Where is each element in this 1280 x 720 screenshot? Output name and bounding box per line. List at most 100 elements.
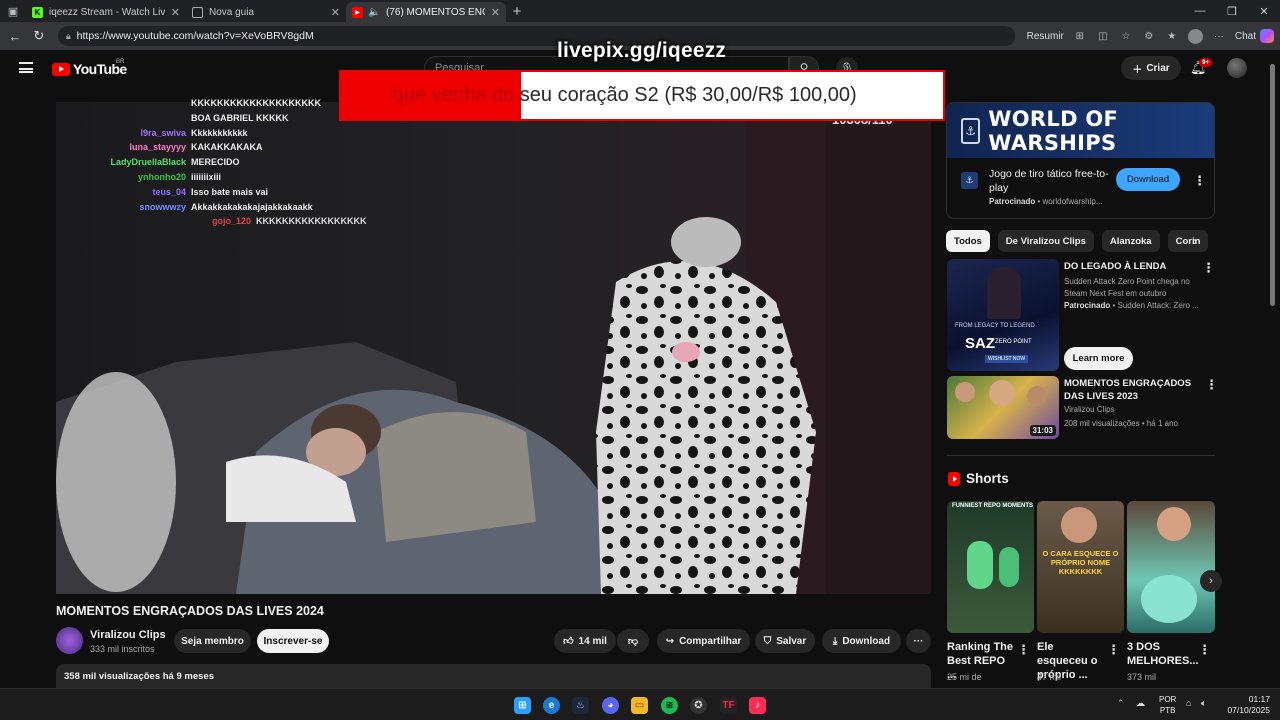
chip-all[interactable]: Todos [946, 230, 990, 252]
filter-chips: Todos De Viralizou Clips Alanzoka Corin [946, 230, 1215, 252]
volume-icon[interactable]: 🔈︎ [1201, 698, 1206, 709]
thumb-face [989, 380, 1015, 406]
short-more-icon[interactable]: ⋮ [1107, 642, 1120, 658]
divider [947, 455, 1215, 456]
save-button[interactable]: ⛉ Salvar [755, 629, 815, 653]
donation-alert-banner: que venha do seu coração S2 (R$ 30,00/R$… [339, 70, 945, 121]
channel-avatar[interactable] [56, 627, 83, 654]
network-icon[interactable]: ⌂ [1186, 698, 1191, 708]
chat-line: snowwwzy Akkakkakakakajajakkakaakk [80, 200, 367, 215]
tf-app-icon[interactable]: TF [720, 697, 737, 714]
tab-new[interactable]: Nova guia ✕ [186, 2, 346, 22]
create-button[interactable]: ＋ Criar [1121, 56, 1181, 80]
resume-button[interactable]: Resumir [1027, 31, 1064, 42]
ad-more-icon[interactable]: ⋮ [1193, 173, 1206, 189]
start-windows-icon[interactable]: ⊞ [514, 697, 531, 714]
ad-download-button[interactable]: Download [1116, 168, 1180, 191]
stream-chat-overlay: KKKKKKKKKKKKKKKKKKKK BOA GABRIEL KKKKK l9r… [80, 96, 367, 229]
short-more-icon[interactable]: ⋮ [1198, 642, 1211, 658]
chip-alanzoka[interactable]: Alanzoka [1101, 230, 1160, 252]
audio-playing-icon[interactable]: 🔈 [368, 7, 380, 18]
chevron-right-icon: › [1209, 575, 1213, 587]
rec-title[interactable]: MOMENTOS ENGRAÇADOS DAS LIVES 2023 [1064, 377, 1194, 403]
warships-emblem-icon: ⚓ [961, 117, 981, 144]
more-actions-button[interactable]: ··· [906, 629, 931, 653]
more-horizontal-icon: ··· [913, 635, 924, 647]
hamburger-menu-icon[interactable] [19, 62, 33, 73]
share-label: Compartilhar [679, 635, 742, 647]
short-thumbnail[interactable] [1127, 501, 1215, 633]
minimize-icon[interactable]: — [1184, 5, 1216, 18]
profile-avatar[interactable] [1187, 28, 1203, 44]
close-tab-icon[interactable]: ✕ [491, 6, 500, 19]
tiktok-icon[interactable]: ♪ [749, 697, 766, 714]
apps-icon[interactable]: ⊞ [1073, 31, 1087, 42]
edge-browser-icon[interactable]: e [543, 697, 560, 714]
close-window-icon[interactable]: ✕ [1248, 5, 1280, 18]
copilot-chat-button[interactable]: Chat [1235, 29, 1274, 43]
rec-more-icon[interactable]: ⋮ [1205, 377, 1218, 393]
url-field[interactable]: 🔒︎ https://www.youtube.com/watch?v=XeVoB… [57, 26, 1015, 46]
browser-tab-strip: ▣ K iqeezz Stream - Watch Live on Kick ✕… [0, 0, 1280, 22]
short-title[interactable]: 3 DOS MELHORES... [1127, 640, 1199, 668]
download-icon: ⤓ [832, 635, 838, 647]
rec-thumbnail[interactable]: 31:03 [947, 376, 1059, 439]
more-menu-icon[interactable]: ··· [1212, 31, 1226, 42]
clock-date: 07/10/2025 [1227, 705, 1270, 715]
share-button[interactable]: ↪ Compartilhar [657, 629, 750, 653]
tab-actions-icon[interactable]: ▣ [0, 0, 26, 22]
restore-icon[interactable]: ❐ [1216, 5, 1248, 18]
short-thumb-text: O CARA ESQUECE O PRÓPRIO NOME KKKKKKKK [1042, 549, 1119, 576]
rec-title[interactable]: DO LEGADO À LENDA [1064, 260, 1194, 273]
page-scrollbar[interactable] [1268, 52, 1277, 684]
split-screen-icon[interactable]: ◫ [1096, 31, 1110, 42]
bookmark-icon: ⛉ [763, 635, 772, 647]
like-button[interactable]: 👍︎ 14 mil [554, 629, 616, 653]
discord-icon[interactable]: ◕ [602, 697, 619, 714]
tray-overflow-icon[interactable]: ⌃ [1117, 698, 1125, 709]
download-button[interactable]: ⤓ Download [822, 629, 901, 653]
learn-more-button[interactable]: Learn more [1064, 347, 1133, 370]
close-tab-icon[interactable]: ✕ [171, 6, 180, 19]
lock-icon[interactable]: 🔒︎ [66, 31, 71, 42]
dislike-button[interactable]: 👎︎ [617, 629, 649, 653]
system-clock[interactable]: 01:17 07/10/2025 [1224, 694, 1270, 716]
rec-channel[interactable]: Viralizou Clips [1064, 404, 1115, 416]
chip-corin[interactable]: Corin [1167, 230, 1209, 252]
new-tab-button[interactable]: + [506, 3, 528, 20]
close-tab-icon[interactable]: ✕ [331, 6, 340, 19]
ad-banner[interactable]: ⚓ WORLD OF WARSHIPS [947, 103, 1214, 158]
tab-kick[interactable]: K iqeezz Stream - Watch Live on Kick ✕ [26, 2, 186, 22]
scrollbar-thumb[interactable] [1270, 64, 1275, 306]
account-avatar[interactable] [1227, 58, 1247, 78]
back-icon[interactable]: ← [6, 29, 24, 44]
onedrive-icon[interactable]: ☁ [1136, 698, 1145, 709]
chevron-right-icon[interactable]: › [1193, 234, 1197, 248]
join-button[interactable]: Seja membro [174, 629, 251, 653]
sponsored-ad-card[interactable]: ⚓ WORLD OF WARSHIPS ⚓ Jogo de tiro tátic… [946, 102, 1215, 219]
short-thumbnail[interactable]: O CARA ESQUECE O PRÓPRIO NOME KKKKKKKK [1037, 501, 1124, 633]
rec-more-icon[interactable]: ⋮ [1202, 260, 1215, 276]
refresh-icon[interactable]: ↻ [30, 28, 48, 44]
tab-youtube[interactable]: ▶ 🔈 (76) MOMENTOS ENGRAÇADOS ✕ [346, 2, 506, 22]
language-indicator[interactable]: POR PTB [1159, 694, 1176, 716]
donation-text: que venha do seu coração S2 (R$ 30,00/R$… [393, 84, 857, 107]
subscribe-button[interactable]: Inscrever-se [257, 629, 329, 653]
favorite-icon[interactable]: ☆ [1119, 31, 1133, 42]
game-launcher-icon[interactable]: ✪ [690, 697, 707, 714]
steam-icon[interactable]: ♨ [572, 697, 589, 714]
chip-channel[interactable]: De Viralizou Clips [997, 230, 1094, 252]
spotify-icon[interactable]: ≋ [661, 697, 678, 714]
youtube-logo[interactable]: YouTube BR [52, 59, 127, 77]
shorts-next-button[interactable]: › [1200, 570, 1222, 592]
chat-line: ynhonho20 iiiiiiixiii [80, 170, 367, 185]
channel-name[interactable]: Viralizou Clips [90, 629, 166, 641]
short-thumbnail[interactable]: FUNNIEST REPO MOMENTS [947, 501, 1034, 633]
extensions-icon[interactable]: ⚙ [1142, 31, 1156, 42]
rec-thumbnail-ad[interactable]: FROM LEGACY TO LEGEND SAZ ZERO POINT WIS… [947, 259, 1059, 371]
rec-sponsor-line: Patrocinado • Sudden Attack: Zero ... [1064, 301, 1199, 310]
file-explorer-icon[interactable]: ▭ [631, 697, 648, 714]
favorites-bar-icon[interactable]: ★ [1165, 31, 1179, 42]
short-more-icon[interactable]: ⋮ [1017, 642, 1030, 658]
chat-message: BOA GABRIEL KKKKK [191, 112, 289, 123]
